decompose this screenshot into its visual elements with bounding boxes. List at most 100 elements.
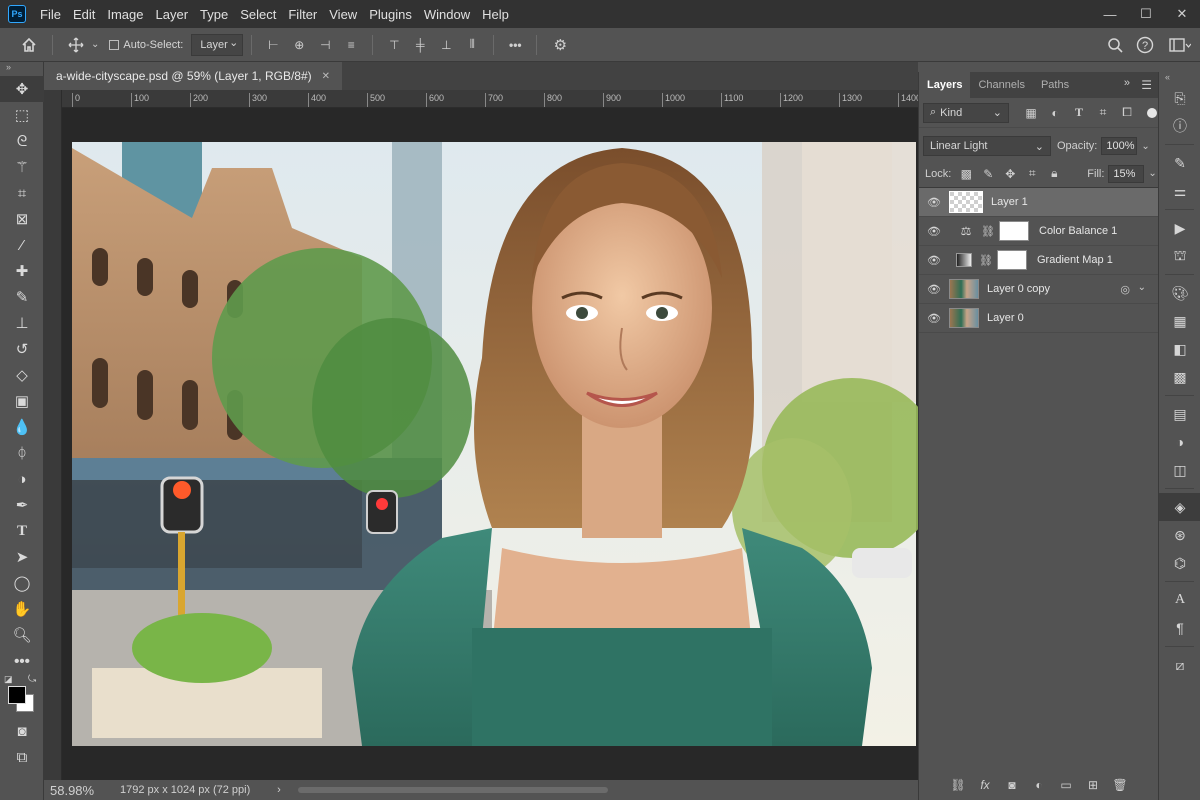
menu-file[interactable]: File <box>34 7 67 22</box>
character-icon[interactable]: A <box>1159 586 1200 614</box>
auto-select-target-dropdown[interactable]: Layer <box>191 33 244 56</box>
collapse-strip-icon[interactable]: « <box>1159 72 1200 84</box>
actions-play-icon[interactable]: ▶ <box>1159 214 1200 242</box>
eraser-tool-icon[interactable]: ◇ <box>0 362 44 388</box>
menu-view[interactable]: View <box>323 7 363 22</box>
tab-channels[interactable]: Channels <box>970 72 1032 98</box>
align-horizontal-center-icon[interactable]: ⊕ <box>286 34 312 56</box>
eye-icon[interactable]: 👁︎ <box>919 196 949 209</box>
magic-wand-tool-icon[interactable]: ⚚ <box>0 154 44 180</box>
eye-icon[interactable]: 👁︎ <box>919 225 949 238</box>
layer-mask-thumbnail[interactable] <box>999 221 1029 241</box>
type-tool-icon[interactable]: T <box>0 518 44 544</box>
color-swatches[interactable]: ◪ ⤿ <box>0 674 44 718</box>
lock-artboard-icon[interactable]: ⌗ <box>1021 166 1043 181</box>
close-window-button[interactable]: ✕ <box>1164 0 1200 28</box>
link-layers-icon[interactable]: ⛓ <box>945 778 972 792</box>
default-colors-icon[interactable]: ◪ <box>4 674 13 685</box>
eye-icon[interactable]: 👁︎ <box>919 254 949 267</box>
eye-icon[interactable]: 👁︎ <box>919 312 949 325</box>
delete-layer-icon[interactable]: 🗑︎ <box>1107 778 1134 792</box>
tab-paths[interactable]: Paths <box>1033 72 1077 98</box>
menu-help[interactable]: Help <box>476 7 515 22</box>
blend-mode-dropdown[interactable]: Linear Light ⌄ <box>923 136 1051 156</box>
add-mask-icon[interactable]: ◙ <box>999 778 1026 792</box>
document-tab[interactable]: a-wide-cityscape.psd @ 59% (Layer 1, RGB… <box>44 62 343 90</box>
distribute-vertical-icon[interactable]: ≡ <box>338 34 364 56</box>
auto-select-checkbox[interactable] <box>109 39 120 50</box>
lock-position-icon[interactable]: ✥ <box>999 167 1021 181</box>
auto-select-toggle[interactable]: Auto-Select: <box>109 39 183 51</box>
horizontal-scrollbar[interactable] <box>298 787 608 793</box>
menu-window[interactable]: Window <box>418 7 476 22</box>
menu-select[interactable]: Select <box>234 7 282 22</box>
layer-row[interactable]: 👁︎ ⚖ ⛓ Color Balance 1 <box>919 217 1158 246</box>
align-vertical-center-icon[interactable]: ╪ <box>407 34 433 56</box>
shape-filter-icon[interactable]: ⌗ <box>1091 103 1115 123</box>
fill-field[interactable]: 15% <box>1108 164 1145 183</box>
panel-menu-icon[interactable]: ☰ <box>1141 78 1152 92</box>
lock-all-icon[interactable]: 🔒︎ <box>1043 166 1065 181</box>
brush-tool-icon[interactable]: ✎ <box>0 284 44 310</box>
healing-brush-tool-icon[interactable]: ✚ <box>0 258 44 284</box>
canvas-area[interactable] <box>62 108 918 780</box>
adjustment-filter-icon[interactable]: ◐ <box>1043 103 1067 123</box>
color-icon[interactable]: 🎨︎ <box>1159 279 1200 307</box>
pen-tool-icon[interactable]: ✒ <box>0 492 44 518</box>
menu-layer[interactable]: Layer <box>150 7 195 22</box>
clone-stamp-tool-icon[interactable]: ⊥ <box>0 310 44 336</box>
hand-tool-icon[interactable]: ✋ <box>0 596 44 622</box>
glyphs-icon[interactable]: ⛫ <box>1159 242 1200 270</box>
tab-layers[interactable]: Layers <box>919 72 971 98</box>
lock-pixels-icon[interactable]: ✎ <box>977 167 999 181</box>
properties-icon[interactable]: ⚌ <box>1159 177 1200 205</box>
adjustments-icon[interactable]: ◑ <box>1159 428 1200 456</box>
history-brush-tool-icon[interactable]: ↺ <box>0 336 44 362</box>
notes-icon[interactable]: ⧄ <box>1159 651 1200 679</box>
close-icon[interactable]: ✕ <box>322 71 330 82</box>
new-adjustment-layer-icon[interactable]: ◐ <box>1026 778 1053 792</box>
info-icon[interactable]: ⓘ <box>1159 112 1200 140</box>
align-right-icon[interactable]: ⊣ <box>312 34 338 56</box>
filter-toggle-icon[interactable] <box>1147 107 1157 118</box>
frame-tool-icon[interactable]: ⊠ <box>0 206 44 232</box>
chevron-down-icon[interactable]: ⌄ <box>1138 282 1146 293</box>
link-icon[interactable]: ⛓ <box>981 225 995 238</box>
move-tool-preset-icon[interactable] <box>61 31 91 59</box>
layer-row[interactable]: 👁︎ ⛓ Gradient Map 1 <box>919 246 1158 275</box>
move-tool-icon[interactable]: ✥ <box>0 76 44 102</box>
filter-kind-dropdown[interactable]: ⌕ Kind ⌄ <box>923 102 1009 123</box>
distribute-horizontal-icon[interactable]: ⦀ <box>459 34 485 56</box>
smart-object-filter-icon[interactable]: ⧠ <box>1115 103 1139 123</box>
chevron-down-icon[interactable]: ⌄ <box>91 39 99 50</box>
smudge-tool-icon[interactable]: ◑ <box>0 466 44 492</box>
path-selection-tool-icon[interactable]: ➤ <box>0 544 44 570</box>
document-canvas[interactable] <box>62 108 918 780</box>
align-top-icon[interactable]: ⊤ <box>381 34 407 56</box>
type-filter-icon[interactable]: T <box>1067 103 1091 123</box>
eye-icon[interactable]: 👁︎ <box>919 283 949 296</box>
menu-image[interactable]: Image <box>101 7 149 22</box>
swap-colors-icon[interactable]: ⤿ <box>28 674 36 685</box>
home-icon[interactable] <box>14 31 44 59</box>
layer-style-icon[interactable]: fx <box>972 778 999 792</box>
paths-icon[interactable]: ⌬ <box>1159 549 1200 577</box>
marquee-tool-icon[interactable]: ⬚ <box>0 102 44 128</box>
screen-mode-icon[interactable]: ⧉ <box>0 744 44 770</box>
more-options-icon[interactable]: ••• <box>502 34 528 56</box>
quick-mask-icon[interactable]: ◙ <box>0 718 44 744</box>
opacity-field[interactable]: 100% <box>1101 137 1138 155</box>
workspace-icon[interactable] <box>1160 31 1200 59</box>
patterns-icon[interactable]: ▩ <box>1159 363 1200 391</box>
lock-transparency-icon[interactable]: ▩ <box>955 167 977 181</box>
link-icon[interactable]: ⛓ <box>979 254 993 267</box>
status-menu-arrow[interactable]: › <box>270 784 288 796</box>
libraries-icon[interactable]: ▤ <box>1159 400 1200 428</box>
layer-row[interactable]: 👁︎ Layer 0 copy ◎ ⌄ <box>919 275 1158 304</box>
channels-icon[interactable]: ⊛ <box>1159 521 1200 549</box>
foreground-color-swatch[interactable] <box>8 686 26 704</box>
smart-filter-icon[interactable]: ◎ <box>1120 283 1130 296</box>
ellipse-tool-icon[interactable]: ◯ <box>0 570 44 596</box>
layer-row[interactable]: 👁︎ Layer 0 <box>919 304 1158 333</box>
menu-plugins[interactable]: Plugins <box>363 7 418 22</box>
